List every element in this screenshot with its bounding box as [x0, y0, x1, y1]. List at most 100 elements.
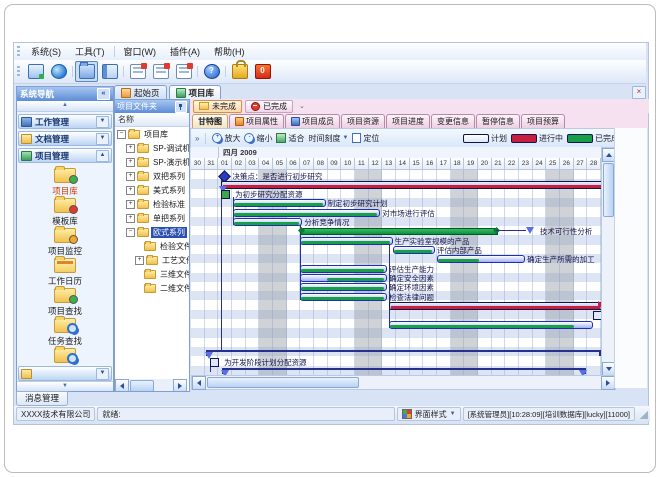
- nav-scroll-down-icon[interactable]: ▼: [17, 381, 113, 391]
- tree-item-SP-演示机系[interactable]: +SP-演示机系: [126, 156, 190, 169]
- collapse-minus-icon[interactable]: −: [117, 130, 126, 139]
- toolbar-button[interactable]: [47, 61, 70, 82]
- filter-more-icon[interactable]: ⌄: [296, 102, 308, 110]
- task-bar[interactable]: [437, 255, 525, 263]
- toolbar-button[interactable]: 0: [251, 61, 274, 82]
- nav-group-工作管理[interactable]: 工作管理▼: [18, 114, 112, 129]
- sidebar-item-任务查找[interactable]: 任务查找: [17, 318, 113, 348]
- pin-icon[interactable]: [175, 101, 187, 113]
- sidebar-item-项目库[interactable]: 项目库: [17, 168, 113, 198]
- message-management-tab[interactable]: 消息管理: [16, 391, 68, 406]
- chevron-up-icon[interactable]: ▲: [96, 150, 109, 162]
- scroll-thumb[interactable]: [603, 163, 614, 217]
- filter-button-未完成[interactable]: 未完成: [193, 100, 242, 113]
- toolbar-button[interactable]: [75, 61, 98, 82]
- task-bar[interactable]: [300, 274, 387, 282]
- tree-horizontal-scrollbar[interactable]: [115, 379, 187, 391]
- scroll-right-icon[interactable]: [173, 379, 187, 392]
- phase-bracket-bar[interactable]: [206, 350, 601, 352]
- scroll-left-icon[interactable]: [115, 379, 129, 392]
- chevron-down-icon[interactable]: ▼: [96, 116, 109, 128]
- sidebar-item-模板库[interactable]: 模板库: [17, 198, 113, 228]
- tree-item-检验标准[interactable]: +检验标准: [126, 198, 187, 211]
- menu-item-3[interactable]: 窗口(W): [117, 43, 164, 60]
- tab-变更信息[interactable]: 变更信息: [431, 114, 475, 128]
- gantt-horizontal-scrollbar[interactable]: [191, 375, 616, 390]
- menu-item-5[interactable]: 帮助(H): [207, 43, 252, 60]
- expand-plus-icon[interactable]: +: [126, 144, 135, 153]
- nav-group-partial[interactable]: ▼: [18, 366, 112, 381]
- tree-column-header[interactable]: 名称: [115, 113, 189, 127]
- menu-item-2[interactable]: 工具(T): [68, 43, 112, 60]
- nav-group-项目管理[interactable]: 项目管理▲: [18, 148, 112, 163]
- toolbar-button[interactable]: [126, 61, 149, 82]
- task-bar[interactable]: [233, 218, 302, 226]
- document-tab-项目库[interactable]: 项目库: [169, 85, 222, 99]
- scroll-left-icon[interactable]: [192, 376, 206, 390]
- gantt-button-定位[interactable]: 定位: [352, 133, 379, 144]
- expand-plus-icon[interactable]: +: [126, 214, 135, 223]
- task-bar[interactable]: [300, 283, 387, 291]
- document-tab-起始页[interactable]: 起始页: [114, 85, 167, 99]
- tree-item-单把系列[interactable]: +单把系列: [126, 212, 187, 225]
- task-bar[interactable]: [393, 246, 435, 254]
- nav-scroll-up-icon[interactable]: ▲: [17, 101, 113, 112]
- tab-暂停信息[interactable]: 暂停信息: [476, 114, 520, 128]
- task-bar[interactable]: [300, 265, 387, 273]
- menu-item-1[interactable]: 系统(S): [24, 43, 68, 60]
- tab-项目资源[interactable]: 项目资源: [341, 114, 385, 128]
- collapse-minus-icon[interactable]: −: [126, 228, 135, 237]
- toolbar-overflow-icon[interactable]: »: [195, 134, 199, 143]
- expand-plus-icon[interactable]: +: [126, 200, 135, 209]
- assignment-marker-icon[interactable]: [210, 358, 219, 367]
- tree-item-SP-调试机系[interactable]: +SP-调试机系: [126, 142, 190, 155]
- tree-item-三维文件[interactable]: 三维文件: [135, 268, 190, 281]
- tree-item-双把系列[interactable]: +双把系列: [126, 170, 187, 183]
- summary-bar[interactable]: [221, 181, 601, 189]
- sidebar-item-项目查找[interactable]: 项目查找: [17, 288, 113, 318]
- close-document-icon[interactable]: ×: [632, 86, 646, 99]
- toolbar-button[interactable]: [228, 61, 251, 82]
- task-bar[interactable]: [233, 209, 380, 217]
- sidebar-item-项目监控[interactable]: 项目监控: [17, 228, 113, 258]
- ui-style-button[interactable]: 界面样式 ▼: [397, 407, 461, 421]
- resize-grip[interactable]: [639, 410, 648, 419]
- gantt-button-时间刻度[interactable]: 时间刻度▼: [308, 133, 348, 144]
- tree-item-项目库[interactable]: −项目库: [117, 128, 170, 141]
- collapse-panel-icon[interactable]: «: [97, 88, 110, 100]
- assignment-marker-icon[interactable]: [221, 190, 230, 199]
- scroll-right-icon[interactable]: [601, 376, 615, 390]
- sidebar-item-工作日历[interactable]: 工作日历: [17, 258, 113, 288]
- filter-button-已完成[interactable]: 已完成: [245, 100, 293, 113]
- tree-item-二维文件[interactable]: 二维文件: [135, 282, 190, 295]
- tree-item-工艺文件[interactable]: +工艺文件: [135, 254, 190, 267]
- task-bar[interactable]: [233, 199, 325, 207]
- tree-item-检验文件[interactable]: 检验文件: [135, 240, 190, 253]
- nav-group-文档管理[interactable]: 文档管理▼: [18, 131, 112, 146]
- scroll-thumb[interactable]: [130, 380, 154, 392]
- tab-项目预算[interactable]: 项目预算: [521, 114, 565, 128]
- tab-项目属性[interactable]: 项目属性: [229, 114, 284, 128]
- tab-甘特图[interactable]: 甘特图: [192, 114, 228, 128]
- tab-项目进度[interactable]: 项目进度: [386, 114, 430, 128]
- tab-项目成员[interactable]: 项目成员: [285, 114, 340, 128]
- gantt-button-缩小[interactable]: -缩小: [244, 133, 272, 144]
- toolbar-grip-handle[interactable]: [17, 66, 20, 77]
- toolbar-button[interactable]: [24, 61, 47, 82]
- toolbar-button[interactable]: [98, 61, 121, 82]
- scroll-thumb[interactable]: [207, 377, 359, 388]
- tree-item-美式系列[interactable]: +美式系列: [126, 184, 187, 197]
- gantt-button-放大[interactable]: +放大: [212, 133, 240, 144]
- gantt-button-适合[interactable]: 适合: [276, 133, 304, 144]
- menu-item-4[interactable]: 插件(A): [163, 43, 207, 60]
- toolbar-button[interactable]: [172, 61, 195, 82]
- toolbar-button[interactable]: ?: [200, 61, 223, 82]
- expand-plus-icon[interactable]: +: [126, 186, 135, 195]
- tree-item-欧式系列[interactable]: −欧式系列: [126, 226, 187, 239]
- expand-plus-icon[interactable]: +: [126, 158, 135, 167]
- toolbar-button[interactable]: [149, 61, 172, 82]
- expand-plus-icon[interactable]: +: [135, 256, 144, 265]
- task-bar[interactable]: [389, 321, 593, 329]
- menubar-grip-handle[interactable]: [17, 46, 20, 57]
- completed-summary-bar[interactable]: [300, 228, 497, 235]
